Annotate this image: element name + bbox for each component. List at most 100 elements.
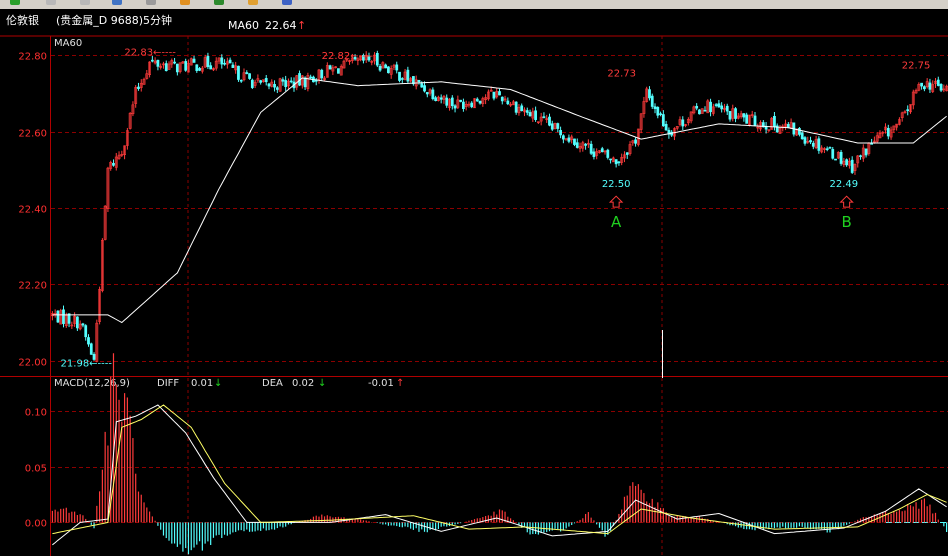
candle-body: [600, 148, 604, 153]
candle-body: [753, 115, 757, 126]
candle-body: [659, 113, 662, 115]
candle-body: [703, 109, 707, 112]
candle-body: [420, 83, 424, 88]
candle-body: [864, 148, 868, 156]
price-annotation: 22.82←----: [322, 51, 374, 62]
candle-body: [173, 61, 176, 64]
marker-b-label: B: [841, 213, 851, 231]
candle-body: [845, 159, 849, 166]
candle-body: [534, 110, 537, 120]
candle-body: [817, 138, 821, 151]
candle-body: [378, 66, 382, 71]
candle-body: [220, 57, 224, 65]
price-tick-label: 22.40: [18, 205, 47, 216]
dea-label: DEA: [262, 378, 283, 389]
candle-body: [498, 91, 501, 96]
candle-body: [156, 59, 160, 67]
candle-body: [725, 105, 729, 112]
candle-body: [184, 61, 188, 71]
candle-body: [664, 123, 668, 131]
macd-panel-title: MACD(12,26,9): [54, 378, 130, 389]
candle-body: [936, 79, 940, 86]
candle-body: [695, 105, 699, 109]
candlestick-group: [50, 50, 948, 363]
price-annotation: 22.75: [902, 61, 931, 72]
price-annotation: 22.50: [602, 179, 631, 190]
macd-arrow-icon: ↑: [396, 378, 404, 389]
candle-body: [289, 80, 293, 83]
candle-body: [470, 102, 474, 108]
candle-body: [434, 97, 438, 101]
price-tick-label: 22.20: [18, 281, 47, 292]
candle-body: [425, 92, 429, 95]
candle-body: [387, 66, 390, 74]
candle-body: [567, 137, 571, 142]
candle-body: [492, 91, 496, 99]
candle-body: [709, 101, 712, 113]
dea-value: 0.02: [292, 378, 314, 389]
candle-body: [834, 158, 837, 161]
candle-body: [273, 84, 276, 88]
candle-body: [164, 63, 168, 72]
marker-a-label: A: [611, 213, 622, 231]
candle-body: [839, 151, 843, 164]
candle-body: [589, 143, 593, 154]
candle-body: [209, 65, 213, 70]
candle-body: [550, 123, 554, 130]
price-annotation: 22.83←----: [124, 47, 176, 58]
candle-body: [228, 59, 232, 64]
candle-body: [206, 55, 210, 67]
candle-body: [625, 152, 629, 155]
candle-body: [561, 135, 565, 140]
macd-histogram: [51, 353, 948, 555]
candle-body: [81, 323, 85, 326]
candle-body: [609, 158, 612, 161]
candle-body: [617, 161, 621, 164]
candle-body: [245, 72, 249, 75]
candle-body: [548, 116, 551, 126]
price-annotation: 22.49: [830, 179, 859, 190]
dea-arrow-icon: ↓: [318, 378, 326, 389]
candle-body: [870, 143, 874, 145]
candle-body: [500, 96, 504, 102]
candle-body: [175, 63, 179, 73]
candle-body: [742, 113, 746, 118]
diff-line: [52, 404, 947, 546]
candle-body: [284, 80, 288, 88]
candle-body: [231, 64, 235, 68]
candle-body: [239, 79, 243, 82]
price-panel-title: MA60: [54, 38, 82, 49]
candle-body: [886, 127, 890, 137]
candle-body: [606, 149, 610, 158]
candle-body: [773, 115, 776, 127]
candle-body: [728, 111, 732, 120]
diff-arrow-icon: ↓: [214, 378, 222, 389]
candle-body: [734, 108, 737, 119]
candle-body: [520, 105, 524, 112]
candle-body: [320, 69, 324, 79]
candle-body: [223, 62, 226, 65]
candle-body: [112, 162, 115, 166]
ma60-line: [52, 77, 947, 324]
candle-body: [337, 68, 340, 74]
candle-body: [384, 64, 388, 69]
candle-body: [328, 65, 332, 70]
marker-up-arrow-icon: [608, 195, 624, 208]
candle-body: [259, 80, 263, 83]
candle-body: [811, 142, 815, 147]
candle-body: [478, 100, 482, 104]
price-tick-label: 22.00: [18, 358, 47, 369]
candle-body: [450, 97, 454, 107]
price-and-macd-chart: 22.80 22.60 22.40 22.20 22.00 0.10 0.05 0.00 MA6…: [0, 35, 948, 556]
candle-body: [275, 87, 279, 90]
candle-body: [786, 124, 790, 128]
candle-body: [237, 65, 240, 80]
candle-body: [920, 82, 924, 87]
candle-body: [267, 83, 271, 87]
candle-body: [56, 310, 60, 323]
candle-body: [84, 325, 88, 338]
candle-body: [89, 343, 93, 355]
candle-body: [75, 316, 79, 329]
candle-body: [406, 69, 410, 82]
candle-body: [714, 104, 718, 106]
